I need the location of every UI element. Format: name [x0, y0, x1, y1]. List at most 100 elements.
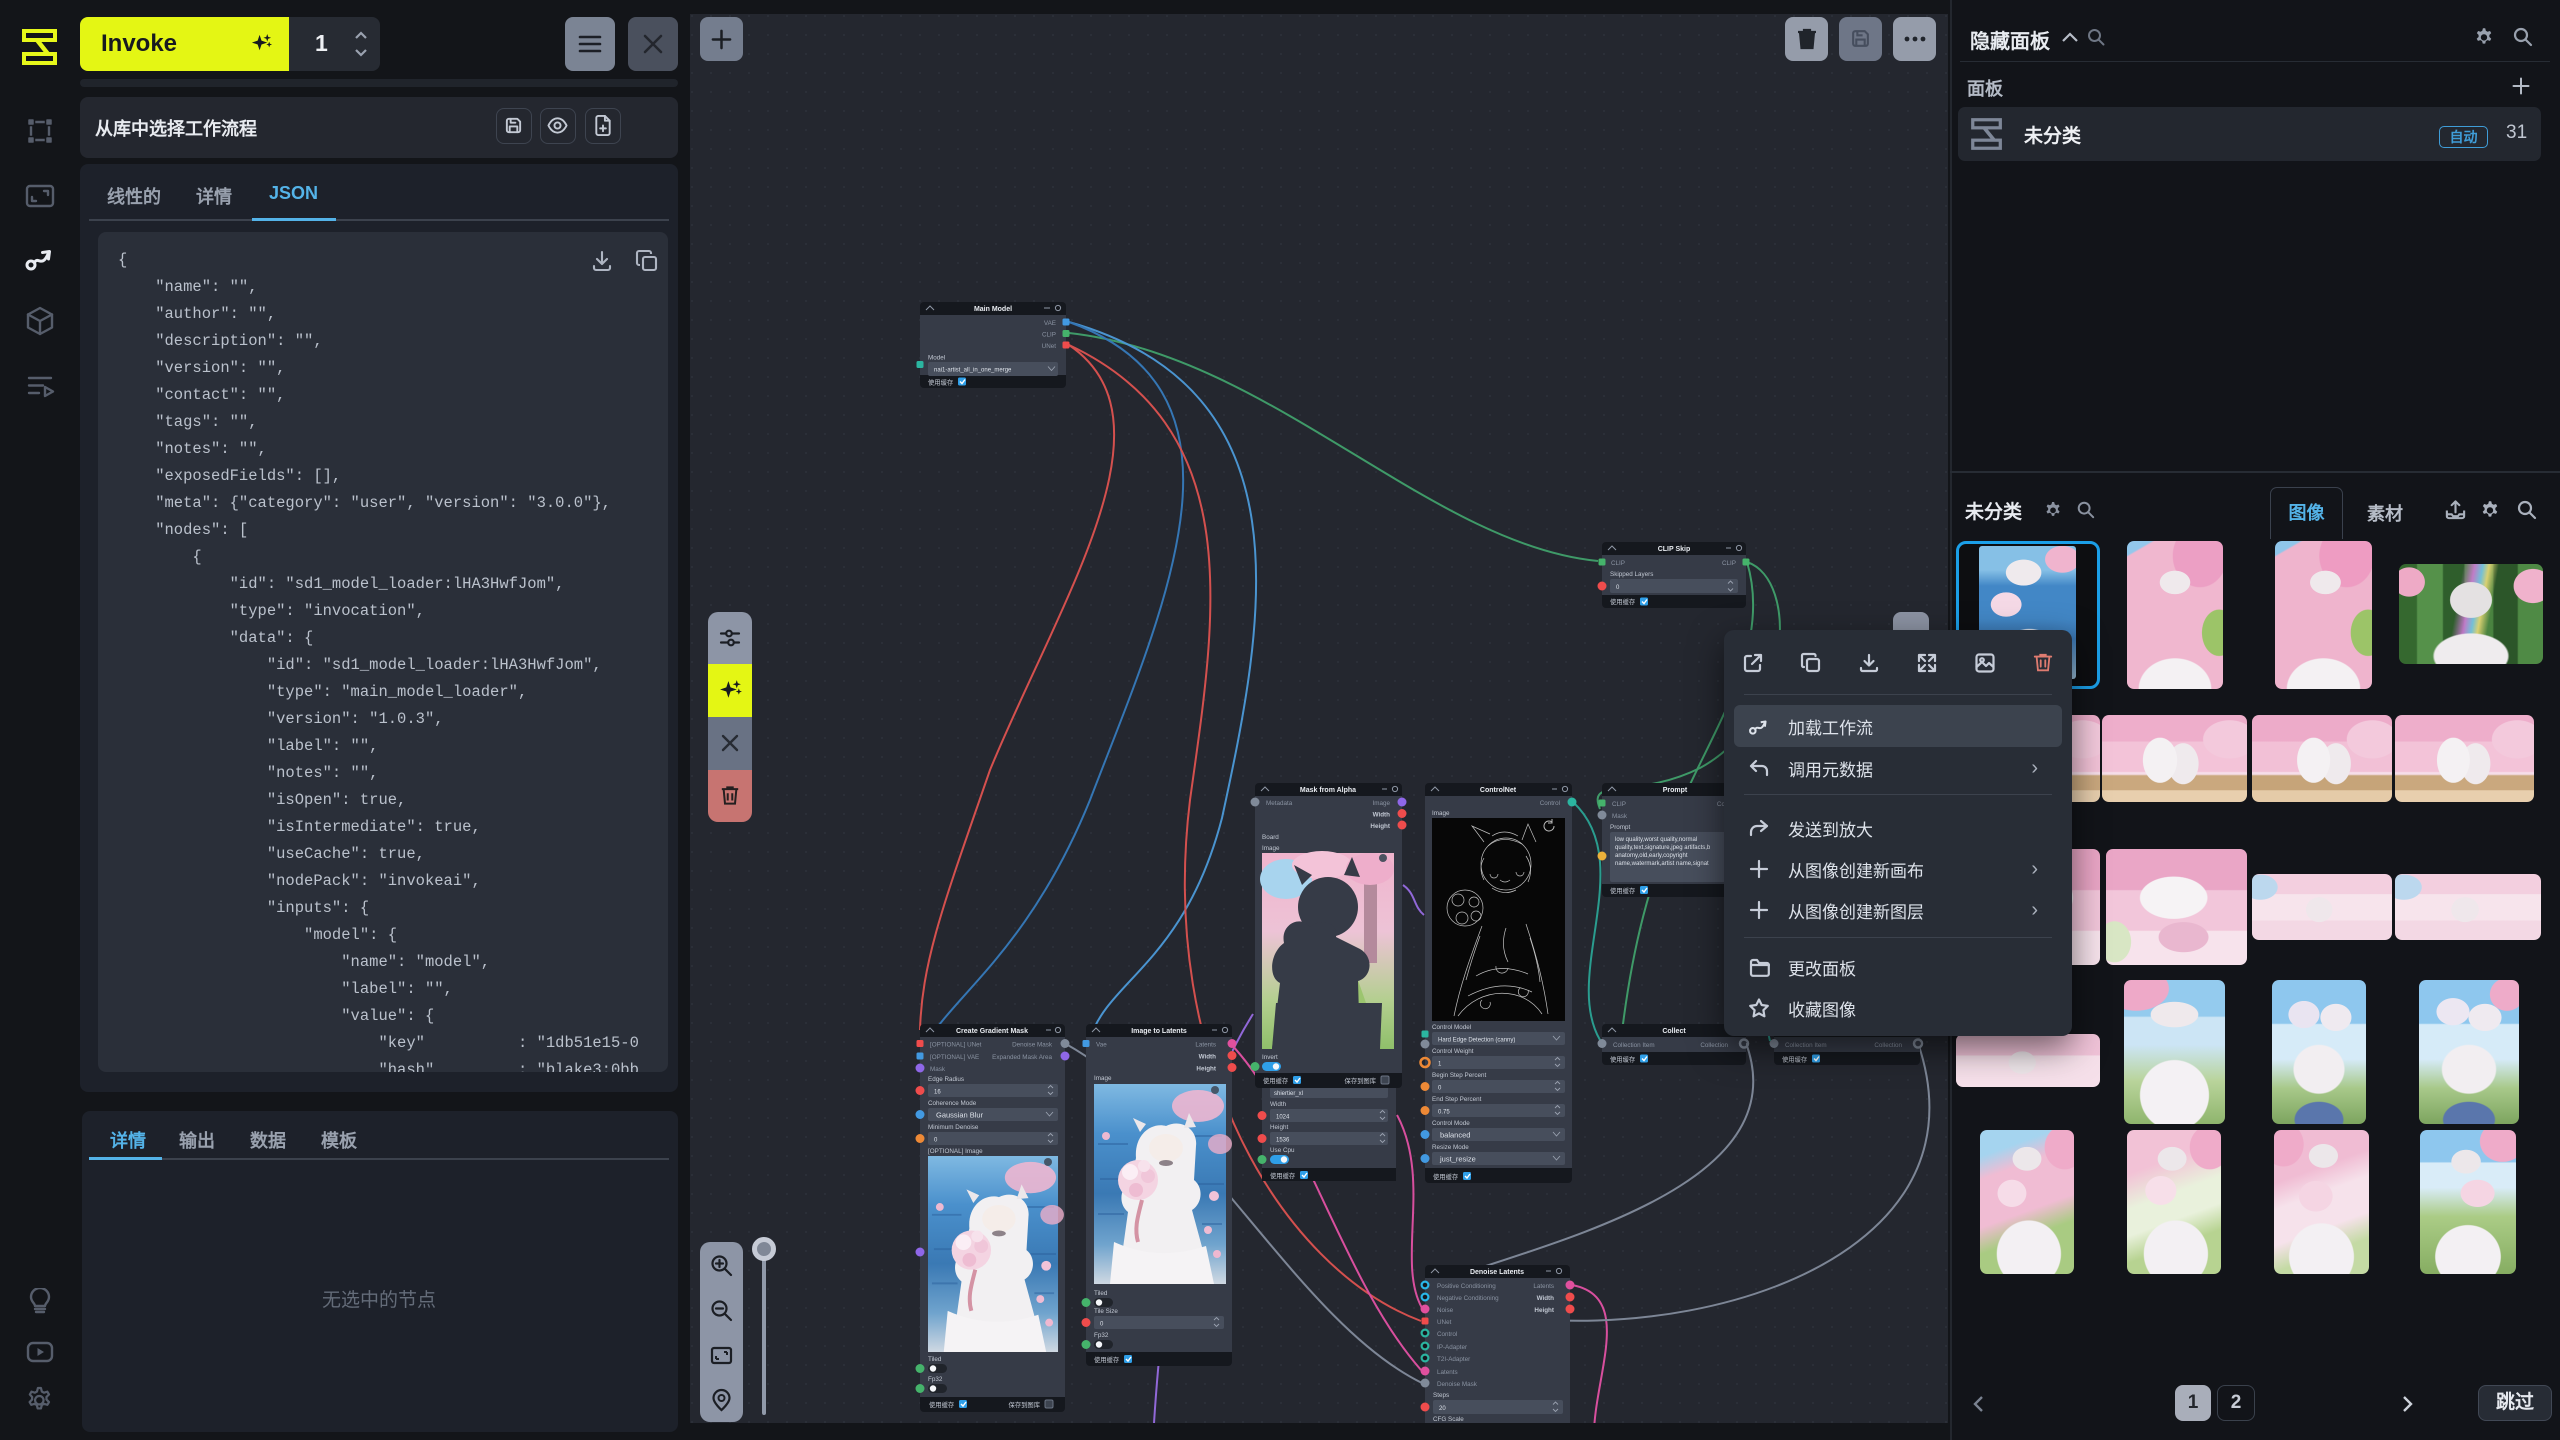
svg-text:Latents: Latents — [1195, 1042, 1216, 1049]
svg-text:nai1-artist_all_in_one_merge: nai1-artist_all_in_one_merge — [934, 368, 1012, 374]
svg-text:CFG Scale: CFG Scale — [1433, 1416, 1464, 1423]
svg-text:[OPTIONAL] UNet: [OPTIONAL] UNet — [930, 1042, 982, 1049]
svg-text:CLIP Skip: CLIP Skip — [1658, 546, 1691, 553]
svg-text:Mask: Mask — [1612, 813, 1628, 820]
svg-text:20: 20 — [1439, 1406, 1446, 1412]
svg-text:保存到图库: 保存到图库 — [1345, 1076, 1376, 1085]
svg-text:Image: Image — [1262, 845, 1280, 852]
svg-text:Denoise Mask: Denoise Mask — [1012, 1042, 1053, 1049]
svg-text:Vae: Vae — [1096, 1042, 1107, 1049]
svg-text:Collection: Collection — [1874, 1042, 1902, 1049]
svg-text:Hard Edge Detection (canny): Hard Edge Detection (canny) — [1438, 1038, 1515, 1044]
svg-text:Denoise Mask: Denoise Mask — [1437, 1381, 1478, 1388]
svg-text:Denoise Latents: Denoise Latents — [1470, 1269, 1524, 1276]
svg-text:VAE: VAE — [1044, 320, 1056, 327]
svg-text:Collection Item: Collection Item — [1785, 1042, 1827, 1049]
svg-text:Height: Height — [1196, 1066, 1216, 1073]
svg-text:Tile Size: Tile Size — [1094, 1308, 1118, 1315]
svg-text:16: 16 — [934, 1090, 941, 1096]
svg-text:Fp32: Fp32 — [1094, 1332, 1109, 1339]
svg-text:Model: Model — [928, 355, 945, 362]
svg-text:UNet: UNet — [1042, 343, 1057, 350]
svg-text:Image to Latents: Image to Latents — [1131, 1028, 1187, 1035]
svg-text:Width: Width — [1537, 1295, 1555, 1302]
svg-text:Prompt: Prompt — [1663, 787, 1688, 794]
svg-text:Coherence Mode: Coherence Mode — [928, 1100, 977, 1107]
svg-text:Begin Step Percent: Begin Step Percent — [1432, 1072, 1487, 1079]
svg-text:quality,text,signature,jpeg ar: quality,text,signature,jpeg artifacts,b — [1615, 845, 1711, 851]
svg-text:balanced: balanced — [1440, 1131, 1470, 1140]
svg-text:Tiled: Tiled — [1094, 1290, 1108, 1297]
svg-text:Mask from Alpha: Mask from Alpha — [1300, 787, 1356, 794]
svg-text:使用缓存: 使用缓存 — [1270, 1171, 1296, 1180]
svg-text:CLIP: CLIP — [1611, 560, 1625, 567]
svg-text:Collection Item: Collection Item — [1613, 1042, 1655, 1049]
svg-text:Image: Image — [1432, 810, 1450, 817]
svg-text:1024: 1024 — [1276, 1115, 1290, 1121]
svg-text:Prompt: Prompt — [1610, 824, 1631, 831]
svg-text:IP-Adapter: IP-Adapter — [1437, 1344, 1467, 1351]
svg-text:Width: Width — [1199, 1054, 1217, 1061]
svg-text:End Step Percent: End Step Percent — [1432, 1096, 1482, 1103]
svg-text:Invert: Invert — [1262, 1054, 1278, 1061]
svg-text:Tiled: Tiled — [928, 1356, 942, 1363]
svg-text:Width: Width — [1270, 1101, 1287, 1108]
svg-text:Metadata: Metadata — [1266, 800, 1293, 807]
svg-text:Latents: Latents — [1533, 1283, 1554, 1290]
svg-text:Latents: Latents — [1437, 1369, 1458, 1376]
svg-text:Control: Control — [1437, 1331, 1457, 1338]
svg-text:使用缓存: 使用缓存 — [1610, 886, 1636, 895]
svg-text:Image: Image — [1372, 800, 1390, 807]
svg-text:Use Cpu: Use Cpu — [1270, 1147, 1295, 1154]
svg-text:Control Mode: Control Mode — [1432, 1120, 1470, 1127]
svg-text:使用缓存: 使用缓存 — [1610, 1055, 1636, 1064]
svg-text:使用缓存: 使用缓存 — [1094, 1355, 1120, 1364]
svg-text:Fp32: Fp32 — [928, 1376, 943, 1383]
svg-text:Positive Conditioning: Positive Conditioning — [1437, 1283, 1496, 1290]
svg-text:Negative Conditioning: Negative Conditioning — [1437, 1295, 1499, 1302]
svg-text:0.75: 0.75 — [1438, 1110, 1450, 1116]
svg-text:CLIP: CLIP — [1722, 560, 1736, 567]
svg-text:[OPTIONAL] Image: [OPTIONAL] Image — [928, 1148, 983, 1155]
svg-text:使用缓存: 使用缓存 — [1610, 597, 1636, 606]
svg-text:Resize Mode: Resize Mode — [1432, 1144, 1469, 1151]
svg-text:Width: Width — [1373, 812, 1391, 819]
svg-text:UNet: UNet — [1437, 1319, 1452, 1326]
svg-text:CLIP: CLIP — [1612, 801, 1626, 808]
svg-text:使用缓存: 使用缓存 — [928, 378, 954, 387]
svg-text:T2I-Adapter: T2I-Adapter — [1437, 1356, 1470, 1363]
svg-text:保存到图库: 保存到图库 — [1009, 1400, 1040, 1409]
svg-text:Minimum Denoise: Minimum Denoise — [928, 1124, 979, 1131]
svg-text:shiertier_xl: shiertier_xl — [1274, 1091, 1303, 1097]
svg-text:使用缓存: 使用缓存 — [1263, 1076, 1289, 1085]
svg-text:Collection: Collection — [1700, 1042, 1728, 1049]
svg-text:Noise: Noise — [1437, 1307, 1454, 1314]
svg-text:anatomy,old,early,copyright: anatomy,old,early,copyright — [1615, 853, 1688, 859]
svg-text:Control: Control — [1540, 800, 1560, 807]
svg-text:使用缓存: 使用缓存 — [1782, 1055, 1808, 1064]
svg-text:just_resize: just_resize — [1439, 1155, 1476, 1164]
svg-text:使用缓存: 使用缓存 — [1433, 1172, 1459, 1181]
svg-text:Steps: Steps — [1433, 1392, 1449, 1399]
svg-text:Collect: Collect — [1662, 1028, 1686, 1035]
svg-text:使用缓存: 使用缓存 — [929, 1400, 955, 1409]
svg-text:Image: Image — [1094, 1075, 1112, 1082]
svg-text:Gaussian Blur: Gaussian Blur — [936, 1111, 984, 1120]
svg-text:[OPTIONAL] VAE: [OPTIONAL] VAE — [930, 1054, 979, 1061]
svg-text:name,watermark,artist name,sig: name,watermark,artist name,signat — [1615, 861, 1709, 867]
svg-text:CLIP: CLIP — [1042, 332, 1056, 339]
svg-text:Height: Height — [1270, 1124, 1288, 1131]
svg-text:Expanded Mask Area: Expanded Mask Area — [992, 1054, 1052, 1061]
svg-text:Skipped Layers: Skipped Layers — [1610, 571, 1653, 578]
svg-text:Edge Radius: Edge Radius — [928, 1076, 964, 1083]
svg-text:ControlNet: ControlNet — [1480, 787, 1517, 794]
svg-text:Height: Height — [1534, 1307, 1554, 1314]
svg-text:1536: 1536 — [1276, 1138, 1290, 1144]
svg-text:Board: Board — [1262, 834, 1279, 841]
svg-text:Control Weight: Control Weight — [1432, 1048, 1474, 1055]
svg-text:Height: Height — [1370, 823, 1390, 830]
svg-text:Create Gradient Mask: Create Gradient Mask — [956, 1028, 1028, 1035]
svg-text:low quality,worst quality,norm: low quality,worst quality,normal — [1615, 837, 1697, 843]
svg-text:Control Model: Control Model — [1432, 1024, 1471, 1031]
svg-text:Mask: Mask — [930, 1066, 946, 1073]
